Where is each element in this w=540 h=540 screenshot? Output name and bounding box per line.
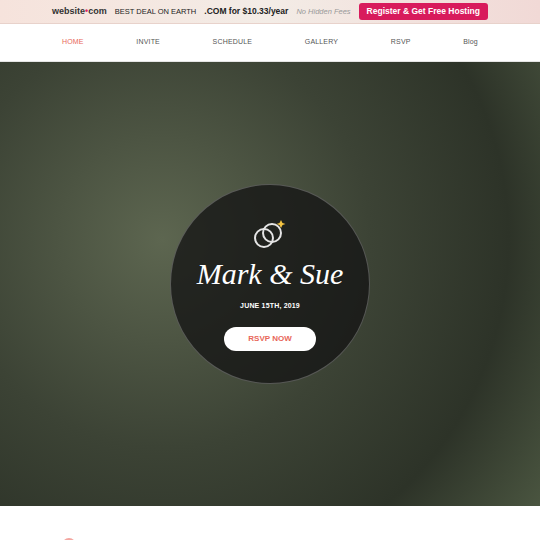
nav-item[interactable]: RSVP bbox=[391, 37, 411, 48]
couple-names: Mark & Sue bbox=[197, 255, 344, 293]
nav-item[interactable]: INVITE bbox=[136, 37, 160, 48]
promo-banner[interactable]: website•com BEST DEAL ON EARTH .COM for $1… bbox=[0, 0, 540, 24]
banner-button[interactable]: Register & Get Free Hosting bbox=[359, 3, 488, 20]
hero: Mark & Sue JUNE 15TH, 2019 RSVP NOW bbox=[0, 62, 540, 506]
nav-item[interactable]: HOME bbox=[62, 37, 84, 48]
rings-icon bbox=[250, 217, 290, 251]
banner-logo: website•com bbox=[52, 5, 107, 19]
rsvp-button[interactable]: RSVP NOW bbox=[224, 327, 315, 351]
nav-item[interactable]: Blog bbox=[463, 37, 478, 48]
banner-deal: BEST DEAL ON EARTH bbox=[115, 6, 197, 17]
banner-note: No Hidden Fees bbox=[296, 6, 350, 17]
section-mark bbox=[62, 538, 76, 540]
wedding-date: JUNE 15TH, 2019 bbox=[240, 301, 300, 312]
hero-circle: Mark & Sue JUNE 15TH, 2019 RSVP NOW bbox=[170, 184, 370, 384]
banner-offer: .COM for $10.33/year bbox=[204, 5, 288, 18]
nav-item[interactable]: SCHEDULE bbox=[213, 37, 253, 48]
nav-item[interactable]: GALLERY bbox=[305, 37, 338, 48]
content-section bbox=[0, 506, 540, 540]
nav-bar: HOME INVITE SCHEDULE GALLERY RSVP Blog bbox=[0, 24, 540, 62]
page: website•com BEST DEAL ON EARTH .COM for $1… bbox=[0, 0, 540, 540]
